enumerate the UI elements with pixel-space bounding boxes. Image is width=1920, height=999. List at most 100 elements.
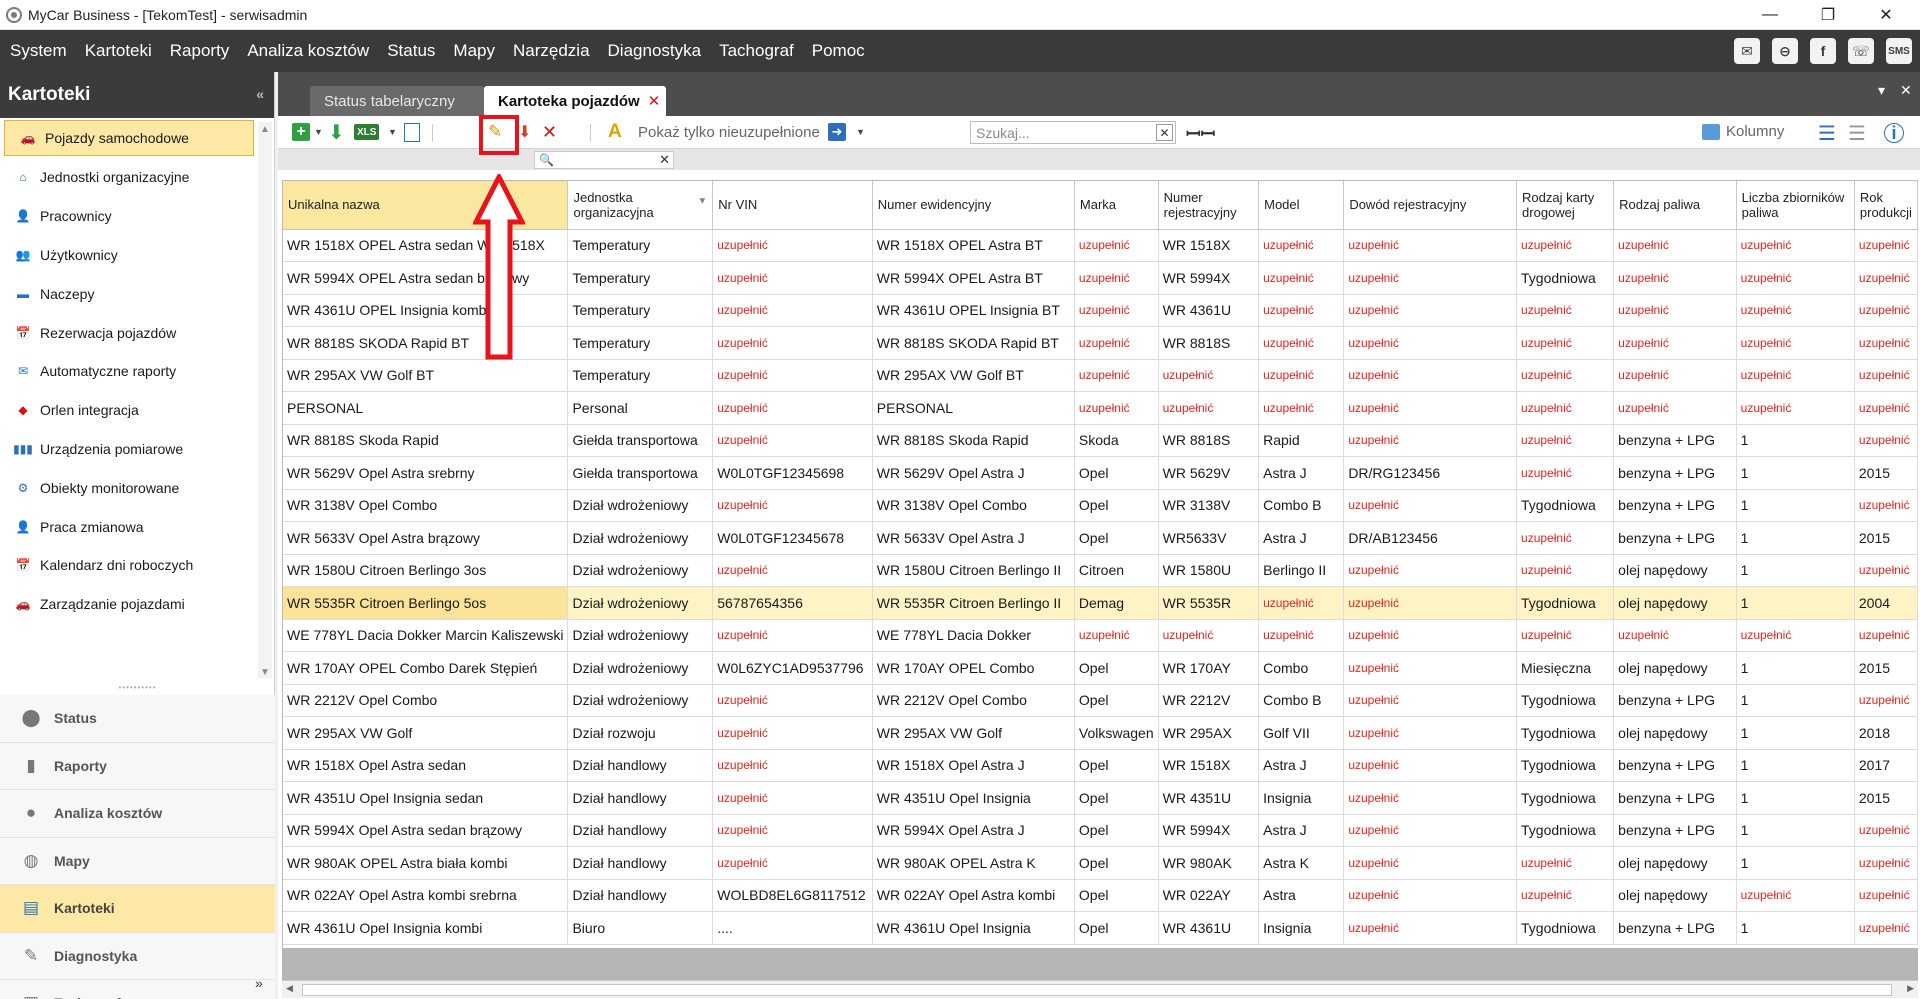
table-cell[interactable]: WR 5535R Citroen Berlingo II	[872, 586, 1075, 620]
table-cell[interactable]: 1	[1736, 554, 1855, 587]
table-cell[interactable]: Temperatury	[567, 326, 714, 360]
table-cell[interactable]: WR 170AY OPEL Combo Darek Stępień	[283, 651, 569, 685]
table-cell[interactable]: 2015	[1854, 781, 1918, 815]
menu-pomoc[interactable]: Pomoc	[802, 41, 873, 61]
table-cell[interactable]: uzupełnić	[1074, 261, 1159, 295]
table-cell[interactable]: 1	[1736, 749, 1855, 782]
table-cell[interactable]: WR 1580U Citroen Berlingo 3os	[283, 554, 569, 587]
table-cell[interactable]: uzupełnić	[712, 814, 873, 847]
table-cell[interactable]: WR 980AK OPEL Astra K	[872, 846, 1075, 880]
table-cell[interactable]: uzupełnić	[712, 749, 873, 782]
table-cell[interactable]: 1	[1736, 456, 1855, 490]
table-cell[interactable]: uzupełnić	[1613, 261, 1737, 295]
table-row[interactable]: PERSONAL Personal uzupełnić PERSONAL uzupełn…	[283, 391, 1918, 425]
table-cell[interactable]: WR 4361U	[1158, 911, 1260, 945]
table-cell[interactable]: Dział wdrożeniowy	[567, 651, 714, 685]
table-cell[interactable]: benzyna + LPG	[1613, 814, 1737, 847]
scroll-right-icon[interactable]: ▶	[1907, 983, 1914, 994]
chat-icon[interactable]: ⊖	[1772, 38, 1798, 64]
table-cell[interactable]: uzupełnić	[1516, 229, 1615, 262]
table-cell[interactable]: WE 778YL Dacia Dokker Marcin Kaliszewski	[283, 619, 569, 652]
move-down-icon[interactable]: ⬇	[518, 121, 531, 143]
table-cell[interactable]: uzupełnić	[712, 619, 873, 652]
add-icon[interactable]: +	[292, 123, 310, 141]
table-cell[interactable]: Dział wdrożeniowy	[567, 586, 714, 620]
table-cell[interactable]: WR 1518X OPEL Astra BT	[872, 229, 1075, 262]
table-cell[interactable]: 2015	[1854, 651, 1918, 685]
mail-warning-icon[interactable]: ✉	[1734, 38, 1760, 64]
table-cell[interactable]: uzupełnić	[1854, 684, 1918, 717]
nav-scrollbar[interactable]: ▲ ▼	[258, 122, 272, 678]
table-cell[interactable]: 1	[1736, 586, 1855, 620]
table-cell[interactable]: WR 5629V Opel Astra srebrny	[283, 456, 569, 490]
table-cell[interactable]: Dział handlowy	[567, 814, 714, 847]
table-cell[interactable]: Opel	[1074, 911, 1159, 945]
table-cell[interactable]: benzyna + LPG	[1613, 456, 1737, 490]
table-cell[interactable]: WR 8818S Skoda Rapid	[283, 424, 569, 457]
table-cell[interactable]: olej napędowy	[1613, 846, 1737, 880]
section-files[interactable]: ▤ Kartoteki	[0, 885, 275, 933]
table-cell[interactable]: Dział wdrożeniowy	[567, 521, 714, 555]
table-cell[interactable]: Rapid	[1258, 424, 1345, 457]
table-row[interactable]: WR 5535R Citroen Berlingo 5os Dział wdroż…	[283, 586, 1918, 620]
facebook-icon[interactable]: f	[1810, 38, 1836, 64]
table-cell[interactable]: WR 1580U Citroen Berlingo II	[872, 554, 1075, 587]
table-cell[interactable]: Opel	[1074, 781, 1159, 815]
table-cell[interactable]: WR 1518X Opel Astra J	[872, 749, 1075, 782]
table-row[interactable]: WR 022AY Opel Astra kombi srebrna Dział h…	[283, 879, 1918, 912]
table-cell[interactable]: uzupełnić	[1074, 326, 1159, 360]
table-row[interactable]: WR 4351U Opel Insignia sedan Dział handlo…	[283, 781, 1918, 815]
table-cell[interactable]: Opel	[1074, 684, 1159, 717]
table-cell[interactable]: ....	[712, 911, 873, 945]
table-cell[interactable]: WR 5633V Opel Astra brązowy	[283, 521, 569, 555]
scroll-left-icon[interactable]: ◀	[286, 983, 293, 994]
menu-tachograf[interactable]: Tachograf	[709, 41, 802, 61]
table-cell[interactable]: WR 5994X Opel Astra J	[872, 814, 1075, 847]
table-cell[interactable]: WR 4361U OPEL Insignia BT	[872, 294, 1075, 327]
table-cell[interactable]: 56787654356	[712, 586, 873, 620]
table-cell[interactable]: uzupełnić	[1736, 326, 1855, 360]
table-cell[interactable]: Combo B	[1258, 684, 1345, 717]
table-cell[interactable]: Combo B	[1258, 489, 1345, 522]
table-cell[interactable]: W0L0TGF12345698	[712, 456, 873, 490]
filter-dropdown-icon[interactable]: ▼	[856, 121, 865, 143]
tab-kartoteka-pojazdow[interactable]: Kartoteka pojazdów ✕	[484, 86, 666, 116]
table-cell[interactable]: uzupełnić	[1854, 391, 1918, 425]
table-cell[interactable]: uzupełnić	[1258, 391, 1345, 425]
show-incomplete-label[interactable]: Pokaż tylko nieuzupełnione	[638, 124, 820, 141]
table-cell[interactable]: uzupełnić	[1736, 879, 1855, 912]
table-cell[interactable]: WR 2212V	[1158, 684, 1260, 717]
table-cell[interactable]: WOLBD8EL6G8117512	[712, 879, 873, 912]
table-cell[interactable]: WR 1518X	[1158, 749, 1260, 782]
table-cell[interactable]: uzupełnić	[712, 229, 873, 262]
restore-button[interactable]: ❐	[1800, 0, 1856, 30]
table-cell[interactable]: WR 295AX VW Golf BT	[283, 359, 569, 392]
table-cell[interactable]: WR 1518X	[1158, 229, 1260, 262]
table-cell[interactable]: Astra J	[1258, 456, 1345, 490]
table-cell[interactable]: uzupełnić	[1158, 359, 1260, 392]
nav-item[interactable]: ✉ Automatyczne raporty	[0, 352, 258, 391]
table-cell[interactable]: benzyna + LPG	[1613, 749, 1737, 782]
table-cell[interactable]: olej napędowy	[1613, 879, 1737, 912]
table-cell[interactable]: WR 8818S SKODA Rapid BT	[872, 326, 1075, 360]
table-cell[interactable]: Miesięczna	[1516, 651, 1615, 685]
table-cell[interactable]: benzyna + LPG	[1613, 424, 1737, 457]
table-cell[interactable]: uzupełnić	[712, 716, 873, 750]
table-cell[interactable]: uzupełnić	[1516, 456, 1615, 490]
table-cell[interactable]: Giełda transportowa	[567, 456, 714, 490]
section-coins[interactable]: ● Analiza kosztów	[0, 790, 275, 838]
warning-icon[interactable]: A	[608, 121, 622, 143]
list-view-icon[interactable]: ☰	[1818, 121, 1836, 146]
table-cell[interactable]: WR 1518X OPEL Astra sedan WR 1518X	[283, 229, 569, 262]
column-header[interactable]: Rok produkcji	[1854, 181, 1918, 230]
table-cell[interactable]: WE 778YL Dacia Dokker	[872, 619, 1075, 652]
scroll-up-icon[interactable]: ▲	[259, 124, 271, 135]
table-cell[interactable]: uzupełnić	[1343, 846, 1518, 880]
delete-icon[interactable]: ✕	[542, 121, 557, 143]
table-cell[interactable]: 1	[1736, 684, 1855, 717]
table-cell[interactable]: uzupełnić	[1736, 294, 1855, 327]
table-cell[interactable]: uzupełnić	[1343, 684, 1518, 717]
table-cell[interactable]: uzupełnić	[1343, 716, 1518, 750]
section-wrench[interactable]: ✎ Diagnostyka	[0, 932, 275, 980]
table-cell[interactable]: uzupełnić	[1516, 521, 1615, 555]
